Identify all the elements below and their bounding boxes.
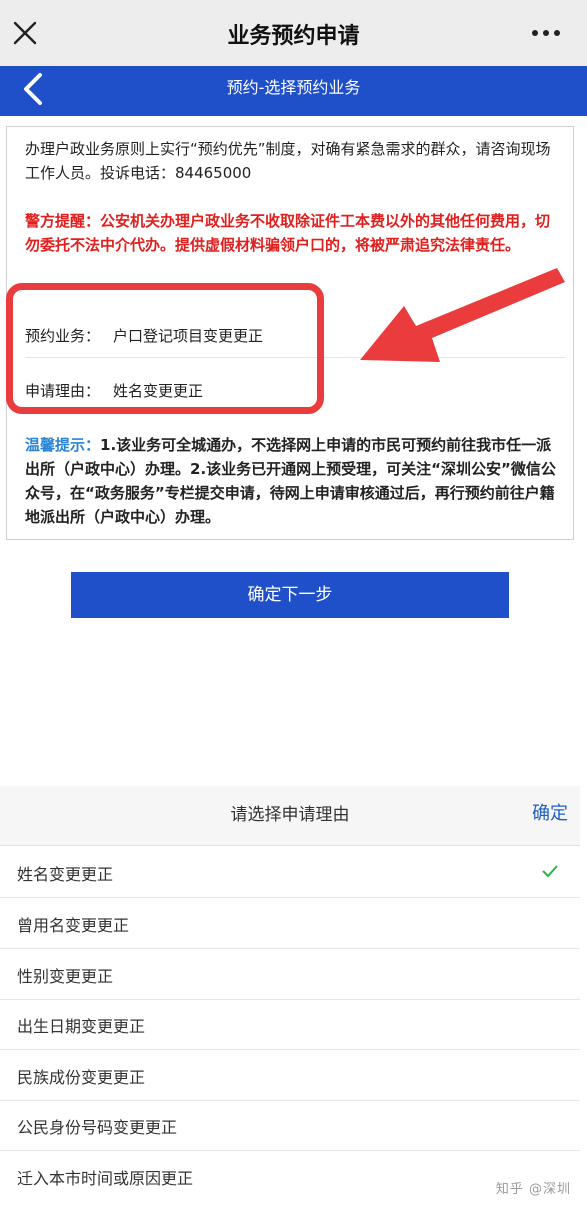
option-label: 迁入本市时间或原因更正: [17, 1169, 194, 1188]
option-label: 民族成份变更更正: [17, 1068, 146, 1087]
nav-bar: 预约-选择预约业务: [0, 66, 587, 116]
annotation-highlight-box: [6, 283, 324, 414]
option-label: 出生日期变更更正: [17, 1017, 146, 1036]
option-label: 性别变更更正: [17, 967, 114, 986]
picker-option[interactable]: 公民身份号码变更更正: [0, 1100, 580, 1151]
reason-picker-sheet: 请选择申请理由 确定 姓名变更更正 曾用名变更更正 性别变更更正 出生日期变更更…: [0, 786, 587, 1214]
option-label: 姓名变更更正: [17, 865, 114, 884]
picker-title: 请选择申请理由: [230, 805, 350, 825]
intro-text: 办理户政业务原则上实行“预约优先”制度，对确有紧急需求的群众，请咨询现场工作人员…: [25, 140, 551, 182]
annotation-arrow-icon: [360, 268, 565, 362]
picker-option[interactable]: 出生日期变更更正: [0, 999, 580, 1050]
window-title: 业务预约申请: [227, 24, 360, 49]
check-icon: [542, 865, 558, 878]
watermark: 知乎 @深圳: [495, 1182, 571, 1197]
tip-label: 温馨提示：: [25, 436, 101, 454]
picker-option[interactable]: 民族成份变更更正: [0, 1050, 580, 1101]
picker-option[interactable]: 迁入本市时间或原因更正: [0, 1151, 580, 1202]
picker-option[interactable]: 性别变更更正: [0, 949, 580, 1000]
option-label: 曾用名变更更正: [17, 916, 130, 935]
picker-option[interactable]: 曾用名变更更正: [0, 898, 580, 949]
picker-confirm-button[interactable]: 确定: [532, 799, 568, 825]
tip-body: 1.该业务可全城通办，不选择网上申请的市民可预约前往我市任一派出所（户政中心）办…: [25, 436, 556, 526]
tip-text: 温馨提示：1.该业务可全城通办，不选择网上申请的市民可预约前往我市任一派出所（户…: [25, 433, 561, 529]
police-warning-text: 警方提醒：公安机关办理户政业务不收取除证件工本费以外的其他任何费用，切勿委托不法…: [25, 212, 551, 254]
picker-header: 请选择申请理由 确定: [0, 786, 580, 846]
nav-title: 预约-选择预约业务: [226, 78, 361, 97]
option-label: 公民身份号码变更更正: [17, 1118, 178, 1137]
next-step-button[interactable]: 确定下一步: [71, 572, 509, 618]
picker-option[interactable]: 姓名变更更正: [0, 847, 580, 898]
window-topbar: 业务预约申请: [0, 0, 587, 66]
more-icon[interactable]: [531, 29, 561, 37]
